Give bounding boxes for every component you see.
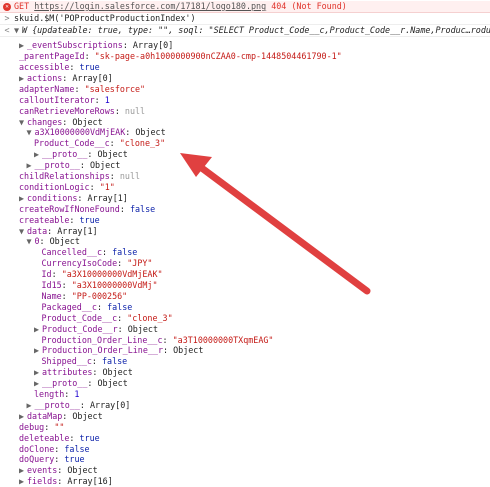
annotation-arrow [180,153,371,295]
arrow-shaft [191,159,371,295]
